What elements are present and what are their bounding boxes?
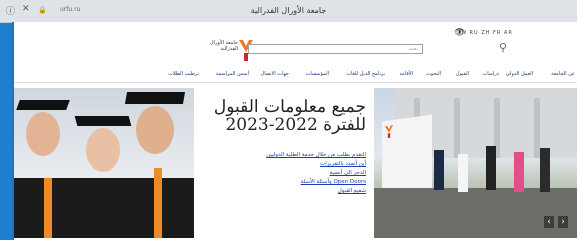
- person: [486, 146, 496, 190]
- admission-title: جميع معلومات القبول للفترة 2022-2023: [214, 98, 366, 134]
- campus-photo: ‹ ›: [374, 88, 577, 238]
- slider-next-button[interactable]: ›: [558, 216, 568, 228]
- admission-link[interactable]: شفيع القبول: [338, 188, 366, 194]
- column: [454, 98, 460, 158]
- search-input[interactable]: بحث: [248, 44, 423, 54]
- admission-link[interactable]: وأسئلة الأسلة Open Doors: [301, 179, 366, 185]
- nav-item[interactable]: جهات الاتصال: [261, 71, 289, 77]
- person: [540, 148, 550, 192]
- nav-item[interactable]: برنامج الدبل للغات: [346, 71, 385, 77]
- nav-item[interactable]: القبول: [456, 71, 469, 77]
- admission-link[interactable]: التقدم بطلب من خلال خدمة الطلبة الدوليين: [266, 152, 366, 158]
- stole: [154, 168, 162, 238]
- stole: [44, 178, 52, 238]
- nav-item[interactable]: أسس المراسمة: [216, 71, 249, 77]
- person: [514, 152, 524, 192]
- nav-item[interactable]: الأقامة: [399, 71, 413, 77]
- person: [458, 154, 468, 192]
- browser-toolbar: ⓘ ✕ 🔒 urfu.ru جامعة الأورال الفدرالية: [0, 0, 577, 23]
- graduates-photo: [14, 88, 194, 238]
- nav-item[interactable]: البحوث: [426, 71, 441, 77]
- admission-link[interactable]: الدجر الى أنسية: [330, 170, 366, 176]
- admission-link[interactable]: أين أتمدد بالتقريرات: [320, 161, 366, 167]
- graduation-cap: [124, 92, 186, 104]
- nav-item[interactable]: ترطيب الطلاب: [168, 71, 199, 77]
- logo-mark-icon: [384, 125, 394, 139]
- face: [86, 128, 120, 172]
- admission-title-line: للفترة 2022-2023: [225, 115, 366, 135]
- tab-title: جامعة الأورال الفدرالية: [250, 6, 327, 15]
- ground: [374, 188, 577, 238]
- language-switcher[interactable]: EN RU ZH FR AR: [458, 30, 513, 36]
- web-page: جامعة الأورال الفدرالية بحث ⚲ 👁 EN RU ZH…: [12, 22, 577, 240]
- logo-text: جامعة الأورال الفدرالية: [209, 40, 238, 52]
- admission-info-panel: جميع معلومات القبول للفترة 2022-2023 الت…: [194, 88, 374, 238]
- person: [434, 150, 444, 190]
- nav-item[interactable]: المؤسسات: [306, 71, 329, 77]
- gowns: [14, 178, 194, 238]
- nav-item[interactable]: عن الجامعة: [551, 71, 575, 77]
- slider-prev-button[interactable]: ‹: [544, 216, 554, 228]
- graduation-cap: [16, 100, 70, 110]
- face: [26, 112, 60, 156]
- main-nav: عن الجامعة العمل الدولي دراسات القبول ال…: [14, 68, 577, 83]
- search-icon[interactable]: ⚲: [499, 41, 507, 54]
- nav-item[interactable]: العمل الدولي: [506, 71, 533, 77]
- graduation-cap: [74, 116, 132, 126]
- face: [136, 106, 174, 154]
- university-banner: [382, 114, 432, 198]
- nav-item[interactable]: دراسات: [483, 71, 499, 77]
- site-header: جامعة الأورال الفدرالية بحث ⚲ 👁 EN RU ZH…: [14, 22, 577, 88]
- hero-banner: جميع معلومات القبول للفترة 2022-2023 الت…: [14, 88, 577, 238]
- admission-title-line: جميع معلومات القبول: [213, 97, 366, 117]
